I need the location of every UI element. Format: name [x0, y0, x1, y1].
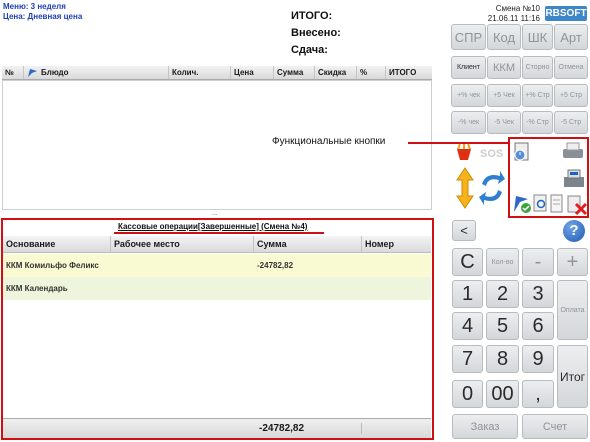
kkm-button[interactable]: ККМ — [487, 56, 521, 79]
spr-button[interactable]: СПР — [451, 24, 486, 50]
shift-datetime: 21.06.11 11:16 — [487, 14, 540, 23]
digit-3-button[interactable]: 3 — [522, 280, 554, 308]
menu-info: Меню: 3 неделя — [3, 2, 66, 11]
minus-percent-line-button[interactable]: -% Стр — [522, 111, 553, 134]
clipboard-clock-icon[interactable] — [512, 141, 532, 163]
total-label: ИТОГО: — [291, 10, 333, 22]
digit-0-button[interactable]: 0 — [452, 380, 483, 408]
change-label: Сдача: — [291, 44, 328, 56]
plus-percent-line-button[interactable]: +% Стр — [522, 84, 553, 107]
document-search-icon[interactable] — [533, 194, 549, 214]
col-amount: Сумма — [254, 236, 362, 252]
order-table-header: № Блюдо Колич. Цена Сумма Скидка % ИТОГО — [2, 66, 432, 80]
kassa-table-header: Основание Рабочее место Сумма Номер — [3, 236, 431, 253]
back-button[interactable]: < — [452, 220, 476, 241]
sort-arrows-icon[interactable] — [455, 166, 475, 210]
barcode-button[interactable]: ШК — [522, 24, 553, 50]
digit-1-button[interactable]: 1 — [452, 280, 483, 308]
paid-label: Внесено: — [291, 27, 341, 39]
digit-00-button[interactable]: 00 — [486, 380, 519, 408]
digit-7-button[interactable]: 7 — [452, 345, 483, 373]
col-percent: % — [357, 66, 386, 79]
plus-five-line-button[interactable]: +5 Стр — [554, 84, 588, 107]
col-price: Цена — [231, 66, 274, 79]
col-number: № — [2, 66, 24, 79]
row-basis: ККМ Календарь — [6, 284, 68, 293]
col-dish: Блюдо — [24, 66, 169, 79]
plus-percent-check-button[interactable]: +% чек — [451, 84, 486, 107]
refresh-icon[interactable] — [478, 168, 506, 208]
comma-button[interactable]: , — [522, 380, 554, 408]
svg-text:SOS: SOS — [480, 148, 503, 160]
col-sum: Сумма — [274, 66, 315, 79]
col-total: ИТОГО — [389, 68, 417, 77]
function-keys-annotation: Функциональные кнопки — [272, 136, 386, 147]
code-button[interactable]: Код — [487, 24, 521, 50]
minus-five-line-button[interactable]: -5 Стр — [554, 111, 588, 134]
price-info: Цена: Дневная цена — [3, 12, 83, 21]
col-qty: Колич. — [169, 66, 231, 79]
plus-five-check-button[interactable]: +5 Чек — [487, 84, 521, 107]
total-button[interactable]: Итог — [557, 345, 588, 408]
cash-register-icon[interactable] — [562, 167, 586, 189]
client-button[interactable]: Клиент — [451, 56, 486, 79]
digit-8-button[interactable]: 8 — [486, 345, 519, 373]
document-icon[interactable] — [550, 194, 564, 214]
digit-2-button[interactable]: 2 — [486, 280, 519, 308]
row-basis: ККМ Комильфо Феликс — [6, 261, 99, 270]
col-basis: Основание — [3, 236, 111, 252]
panel-divider: ... — [212, 210, 218, 217]
minus-percent-check-button[interactable]: -% чек — [451, 111, 486, 134]
sos-icon[interactable]: SOS — [478, 145, 504, 161]
kassa-title: Кассовые операции[Завершенные] (Смена №4… — [118, 222, 308, 231]
digit-9-button[interactable]: 9 — [522, 345, 554, 373]
col-workplace: Рабочее место — [111, 236, 254, 252]
digit-5-button[interactable]: 5 — [486, 312, 519, 340]
rbsoft-logo: RBSOFT — [545, 6, 587, 21]
storno-button[interactable]: Сторно — [522, 56, 553, 79]
plus-button[interactable]: + — [557, 248, 588, 276]
kassa-total: -24782,82 — [254, 423, 362, 434]
delete-doc-icon[interactable] — [566, 194, 588, 216]
flag-check-icon[interactable] — [512, 194, 532, 214]
order-button[interactable]: Заказ — [452, 414, 518, 439]
digit-6-button[interactable]: 6 — [522, 312, 554, 340]
kassa-title-underline — [114, 232, 324, 234]
flag-icon — [28, 68, 37, 77]
dish-icon[interactable] — [455, 143, 473, 161]
help-button[interactable]: ? — [563, 220, 585, 242]
col-number: Номер — [365, 239, 395, 249]
digit-4-button[interactable]: 4 — [452, 312, 483, 340]
table-row[interactable]: ККМ Комильфо Феликс -24782,82 — [3, 254, 431, 277]
article-button[interactable]: Арт — [554, 24, 588, 50]
quantity-button[interactable]: Кол-во — [486, 248, 519, 276]
pay-button[interactable]: Оплата — [557, 280, 588, 340]
kassa-footer: -24782,82 — [3, 418, 431, 438]
clear-button[interactable]: C — [452, 248, 483, 276]
row-amount: -24782,82 — [257, 261, 294, 270]
table-row[interactable]: ККМ Календарь — [3, 277, 431, 300]
minus-five-check-button[interactable]: -5 Чек — [487, 111, 521, 134]
bill-button[interactable]: Счет — [522, 414, 588, 439]
cancel-button[interactable]: Отмена — [554, 56, 588, 79]
col-discount: Скидка — [315, 66, 357, 79]
printer-icon[interactable] — [561, 141, 585, 161]
minus-button[interactable]: - — [522, 248, 554, 276]
